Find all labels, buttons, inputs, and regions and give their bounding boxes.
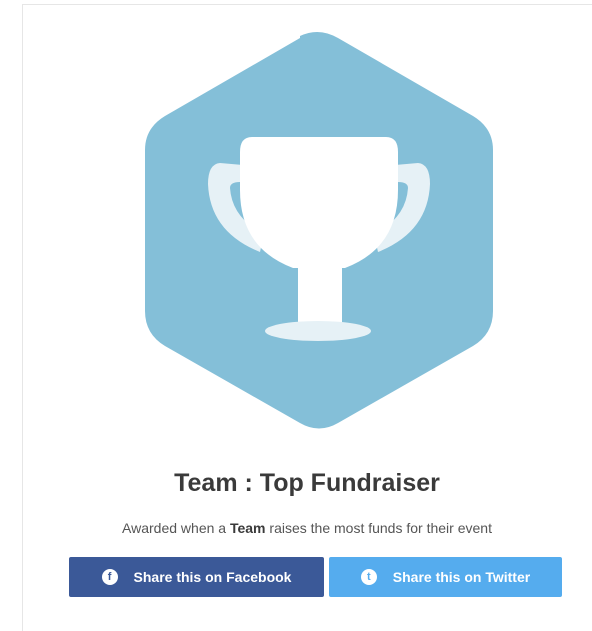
twitter-icon: t bbox=[360, 569, 377, 585]
share-twitter-label: Share this on Twitter bbox=[392, 569, 531, 585]
trophy-stem bbox=[298, 262, 342, 326]
share-twitter-button[interactable]: t Share this on Twitter bbox=[329, 557, 562, 597]
facebook-icon: f bbox=[101, 569, 118, 585]
award-description: Awarded when a Team raises the most fund… bbox=[22, 518, 592, 538]
trophy-base bbox=[265, 321, 371, 341]
award-badge bbox=[0, 0, 592, 460]
trophy-cup bbox=[240, 137, 398, 268]
description-suffix: raises the most funds for their event bbox=[265, 520, 492, 536]
share-facebook-label: Share this on Facebook bbox=[133, 569, 292, 585]
description-emphasis: Team bbox=[229, 520, 266, 536]
description-prefix: Awarded when a bbox=[122, 520, 230, 536]
hexagon-badge bbox=[145, 31, 493, 429]
award-title: Team : Top Fundraiser bbox=[174, 469, 440, 497]
share-facebook-button[interactable]: f Share this on Facebook bbox=[69, 557, 324, 597]
